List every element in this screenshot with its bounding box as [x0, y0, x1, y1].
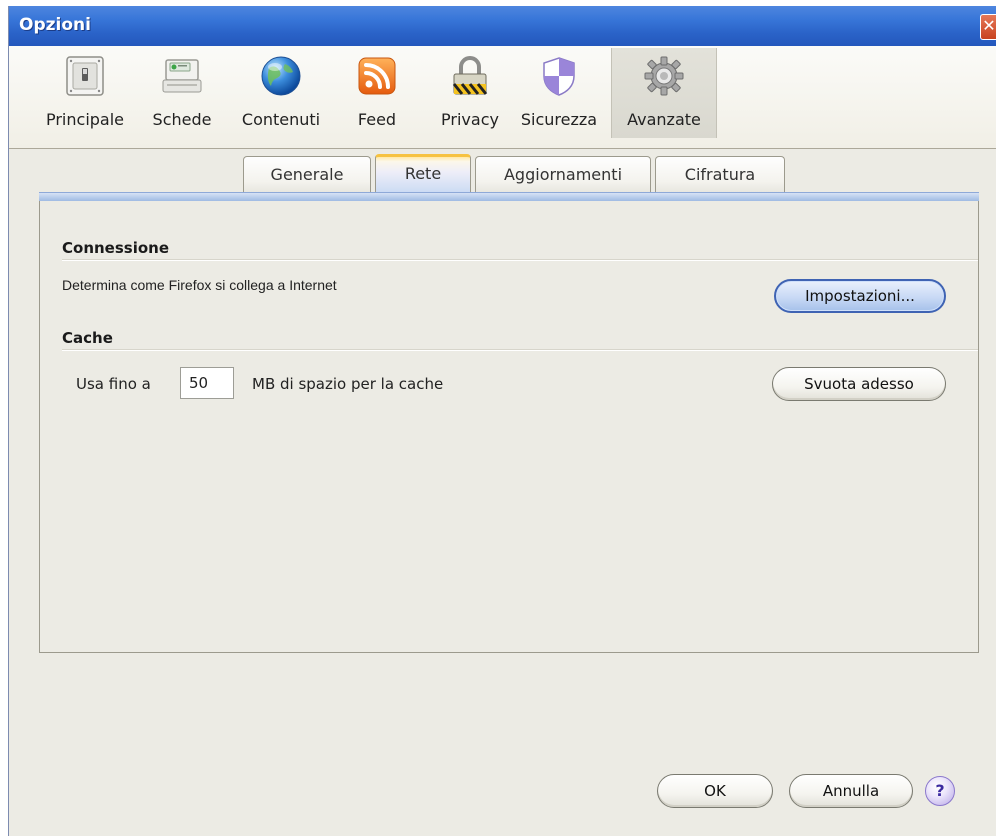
connection-description: Determina come Firefox si collega a Inte… — [62, 277, 337, 293]
pane-schede[interactable]: Schede — [141, 48, 223, 138]
pane-privacy[interactable]: Privacy — [433, 48, 507, 138]
connection-settings-button[interactable]: Impostazioni... — [774, 279, 946, 313]
cancel-button[interactable]: Annulla — [789, 774, 913, 808]
cache-size-input[interactable]: 50 — [180, 367, 234, 399]
options-window: Opzioni ✕ Principale Schede Contenuti Fe… — [8, 6, 996, 836]
help-icon: ? — [935, 781, 945, 800]
tab-cifratura[interactable]: Cifratura — [655, 156, 785, 192]
close-button[interactable]: ✕ — [980, 14, 996, 40]
tabs-icon — [162, 59, 202, 93]
lock-icon — [452, 56, 488, 95]
pane-label: Privacy — [441, 110, 499, 129]
feed-icon — [358, 57, 396, 95]
pane-principale[interactable]: Principale — [35, 48, 135, 138]
ok-button[interactable]: OK — [657, 774, 773, 808]
pane-contenuti[interactable]: Contenuti — [231, 48, 331, 138]
tab-rete[interactable]: Rete — [375, 154, 471, 194]
pane-avanzate[interactable]: Avanzate — [611, 48, 717, 138]
help-button[interactable]: ? — [925, 776, 955, 806]
pane-feed[interactable]: Feed — [347, 48, 407, 138]
pane-sicurezza[interactable]: Sicurezza — [513, 48, 605, 138]
connection-section-title: Connessione — [62, 239, 169, 257]
window-title: Opzioni — [19, 15, 91, 35]
globe-icon — [261, 56, 301, 96]
pane-label: Schede — [152, 110, 212, 129]
pane-label: Feed — [357, 110, 397, 129]
cache-size-suffix: MB di spazio per la cache — [252, 375, 444, 393]
gear-icon — [644, 56, 684, 96]
cache-size-prefix: Usa fino a — [76, 375, 151, 393]
clear-cache-button[interactable]: Svuota adesso — [772, 367, 946, 401]
pane-label: Contenuti — [241, 110, 321, 129]
preferences-toolbar: Principale Schede Contenuti Feed Privacy… — [9, 46, 996, 149]
cache-section-title: Cache — [62, 329, 113, 347]
tab-aggiornamenti[interactable]: Aggiornamenti — [475, 156, 651, 192]
switch-icon — [66, 56, 104, 96]
network-panel: Connessione Determina come Firefox si co… — [39, 201, 979, 653]
connection-divider — [62, 259, 978, 261]
cache-divider — [62, 349, 978, 351]
tab-generale[interactable]: Generale — [243, 156, 371, 192]
pane-label: Principale — [45, 110, 125, 129]
pane-label: Avanzate — [627, 110, 701, 129]
close-icon: ✕ — [982, 16, 996, 35]
pane-label: Sicurezza — [520, 110, 598, 129]
shield-icon — [543, 57, 575, 96]
title-bar[interactable]: Opzioni ✕ — [9, 6, 996, 46]
